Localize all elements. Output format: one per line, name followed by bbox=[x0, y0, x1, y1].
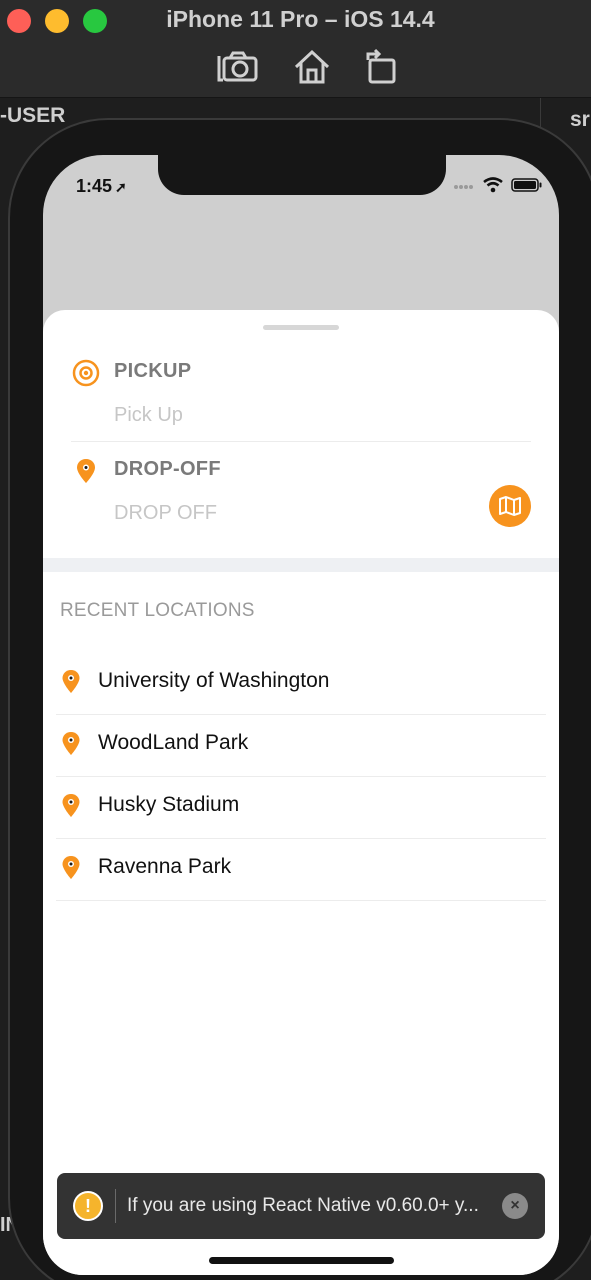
warning-toast[interactable]: ! If you are using React Native v0.60.0+… bbox=[57, 1173, 545, 1239]
location-pin-icon bbox=[62, 732, 80, 755]
recent-locations-title: RECENT LOCATIONS bbox=[60, 600, 255, 621]
recent-location-name: University of Washington bbox=[98, 669, 330, 692]
dropoff-label: DROP-OFF bbox=[114, 458, 221, 480]
location-pin-icon bbox=[62, 794, 80, 817]
pickup-label: PICKUP bbox=[114, 360, 192, 382]
left-pane-label: -USER bbox=[0, 104, 66, 127]
dropoff-input[interactable]: DROP OFF bbox=[114, 502, 217, 525]
screenshot-icon[interactable] bbox=[216, 48, 260, 86]
section-gap bbox=[43, 558, 559, 572]
home-icon[interactable] bbox=[290, 48, 334, 86]
list-item[interactable]: Ravenna Park bbox=[56, 839, 546, 901]
recent-locations-list: University of Washington WoodLand Park H… bbox=[56, 653, 546, 901]
list-item[interactable]: Husky Stadium bbox=[56, 777, 546, 839]
list-item[interactable]: WoodLand Park bbox=[56, 715, 546, 777]
recent-location-name: WoodLand Park bbox=[98, 731, 249, 754]
wifi-icon bbox=[483, 177, 503, 193]
list-item[interactable]: University of Washington bbox=[56, 653, 546, 715]
warning-icon: ! bbox=[73, 1191, 103, 1221]
dropoff-row[interactable]: DROP-OFF DROP OFF bbox=[71, 446, 531, 544]
pickup-row[interactable]: PICKUP Pick Up bbox=[71, 348, 531, 446]
status-time: 1:45 ➚ bbox=[76, 176, 127, 197]
rotate-icon[interactable] bbox=[358, 48, 402, 86]
cellular-signal-icon bbox=[454, 185, 473, 189]
dropoff-pin-icon bbox=[77, 459, 95, 483]
battery-icon bbox=[511, 178, 542, 192]
simulator-titlebar: iPhone 11 Pro – iOS 14.4 bbox=[0, 0, 591, 98]
route-divider bbox=[71, 441, 531, 442]
location-pin-icon bbox=[62, 670, 80, 693]
route-inputs: PICKUP Pick Up DROP-OFF DROP OFF bbox=[71, 348, 531, 544]
simulator-title: iPhone 11 Pro – iOS 14.4 bbox=[166, 6, 435, 32]
map-icon bbox=[499, 496, 521, 516]
dismiss-toast-button[interactable]: × bbox=[502, 1193, 528, 1219]
device-notch bbox=[158, 155, 446, 195]
recent-location-name: Husky Stadium bbox=[98, 793, 240, 816]
status-icons bbox=[453, 177, 543, 193]
status-time-text: 1:45 bbox=[76, 176, 113, 196]
pickup-target-icon bbox=[72, 359, 100, 387]
location-arrow-icon: ➚ bbox=[115, 179, 127, 195]
recent-location-name: Ravenna Park bbox=[98, 855, 232, 878]
sheet-drag-handle[interactable] bbox=[263, 325, 339, 330]
location-pin-icon bbox=[62, 856, 80, 879]
device-screen: 1:45 ➚ PICKUP Pick Up DROP-OFF DROP OFF … bbox=[43, 155, 559, 1275]
map-button[interactable] bbox=[489, 485, 531, 527]
pickup-input[interactable]: Pick Up bbox=[114, 404, 183, 427]
home-indicator[interactable] bbox=[209, 1257, 394, 1264]
location-sheet: PICKUP Pick Up DROP-OFF DROP OFF RECENT … bbox=[43, 310, 559, 1275]
toast-divider bbox=[115, 1189, 116, 1223]
toast-message: If you are using React Native v0.60.0+ y… bbox=[127, 1195, 479, 1216]
right-pane-label: sr bbox=[570, 108, 590, 131]
